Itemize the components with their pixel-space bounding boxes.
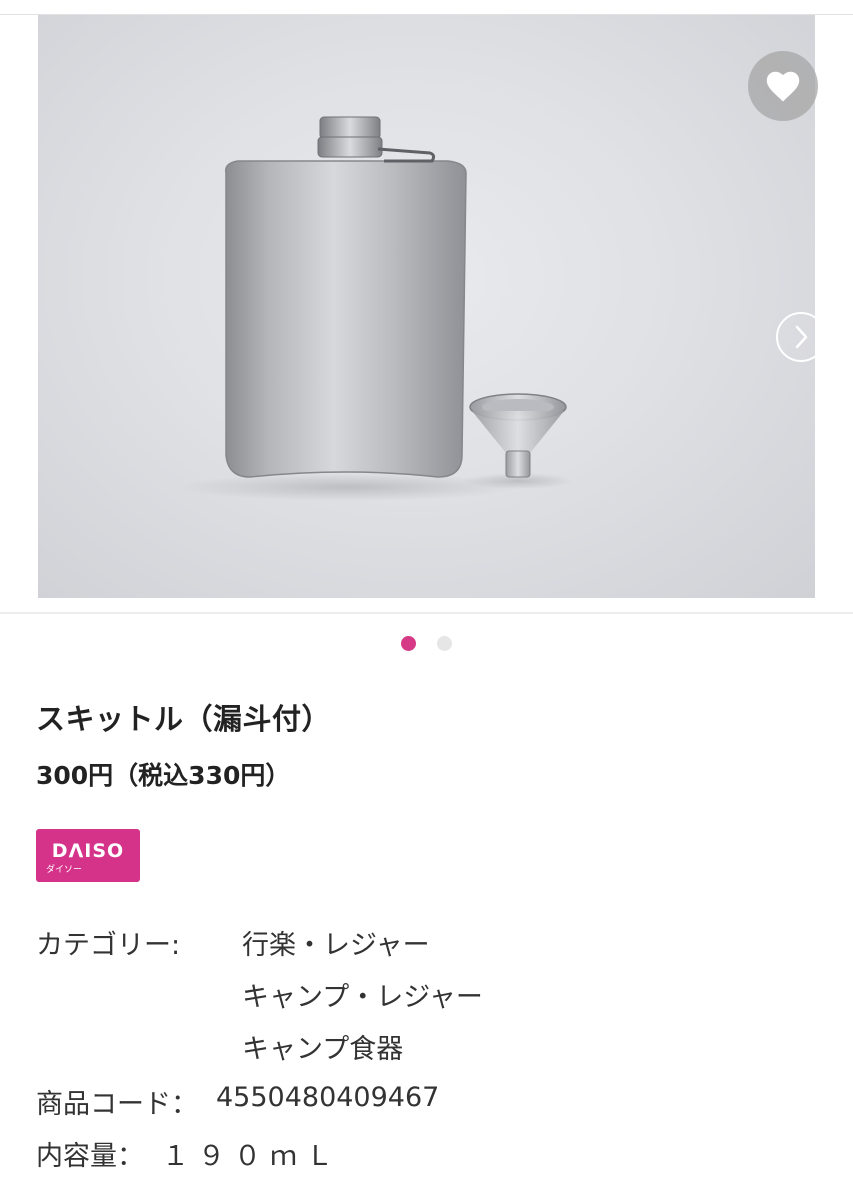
brand-logo: DΛISO ダイソー [36,829,140,882]
favorite-button[interactable] [748,51,818,121]
brand-logo-subtext: ダイソー [46,865,83,875]
product-code-label: 商品コード： [36,1089,198,1120]
category-link[interactable]: 行楽・レジャー [242,923,430,962]
pagination-dot[interactable] [437,636,452,651]
product-price: 300円（税込330円） [36,761,291,790]
product-code-value: 4550480409467 [216,1082,440,1113]
next-image-button[interactable] [776,312,826,362]
product-title: スキットル（漏斗付） [36,702,332,736]
category-link[interactable]: キャンプ・レジャー [242,975,483,1014]
pagination-dot-active[interactable] [401,636,416,651]
heart-icon [766,71,800,102]
gallery-pagination [0,636,853,652]
chevron-right-icon [795,325,808,349]
product-image-gallery[interactable] [0,15,853,612]
gallery-divider [0,612,853,614]
capacity-label: 内容量： [36,1141,144,1172]
product-photo [38,15,815,598]
category-label: カテゴリー: [36,930,181,961]
category-link[interactable]: キャンプ食器 [242,1027,403,1066]
capacity-value: １９０ｍＬ [162,1141,342,1172]
flask-with-funnel-image [178,116,573,501]
brand-logo-name: DΛISO [51,840,125,862]
